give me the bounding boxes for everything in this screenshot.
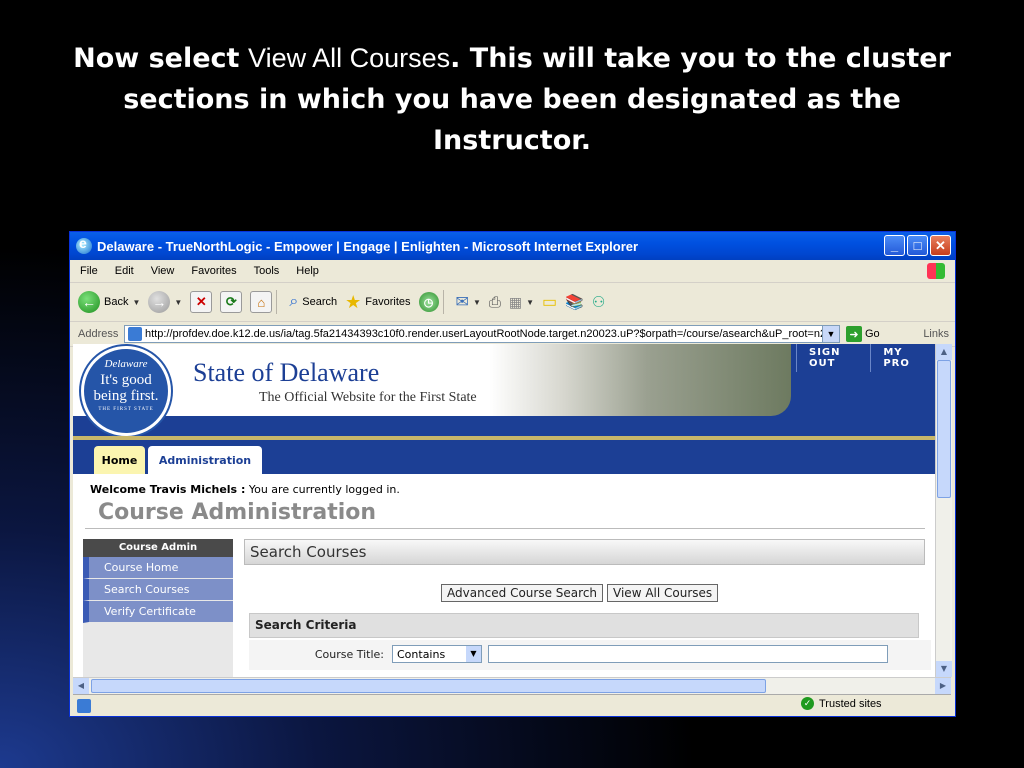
research-icon[interactable]: 📚: [565, 293, 584, 311]
address-input[interactable]: http://profdev.doe.k12.de.us/ia/tag.5fa2…: [124, 325, 840, 343]
refresh-icon[interactable]: ⟳: [220, 291, 243, 313]
scroll-thumb[interactable]: [937, 360, 951, 498]
page-viewport: Delaware It's good being first. THE FIRS…: [73, 344, 935, 677]
address-label: Address: [78, 328, 119, 340]
chevron-down-icon: ▼: [174, 297, 183, 307]
search-label: Search: [302, 296, 338, 308]
welcome-status: You are currently logged in.: [248, 483, 400, 496]
tab-administration[interactable]: Administration: [148, 446, 262, 474]
advanced-course-search-button[interactable]: Advanced Course Search: [441, 584, 604, 602]
tab-bar: Home Administration: [73, 440, 935, 474]
hscroll-thumb[interactable]: [91, 679, 766, 693]
close-button[interactable]: ✕: [930, 235, 951, 256]
site-banner: Delaware It's good being first. THE FIRS…: [73, 344, 935, 436]
toolbar: ← Back ▼ → ▼ ✕ ⟳ ⌂ ⌕ Search ★ Favorites …: [70, 283, 955, 322]
menu-favorites[interactable]: Favorites: [191, 265, 236, 277]
sidebar-item-course-home[interactable]: Course Home: [83, 557, 233, 579]
windows-logo-icon: [927, 263, 945, 279]
window-title: Delaware - TrueNorthLogic - Empower | En…: [97, 238, 639, 254]
slide-title-part1: Now select: [73, 43, 240, 74]
scroll-right-icon[interactable]: ▶: [935, 678, 951, 694]
forward-arrow-icon: →: [148, 291, 171, 313]
chevron-down-icon[interactable]: ▼: [822, 326, 839, 342]
vertical-scrollbar[interactable]: ▲ ▼: [935, 344, 952, 677]
ie-icon: [76, 235, 92, 254]
welcome-message: Welcome Travis Michels : You are current…: [90, 483, 400, 496]
welcome-name: Welcome Travis Michels :: [90, 483, 246, 496]
chevron-down-icon: ▼: [472, 297, 481, 307]
page-icon: [128, 327, 142, 341]
status-bar: ✓ Trusted sites: [73, 694, 951, 716]
home-icon[interactable]: ⌂: [250, 291, 273, 313]
top-nav: SIGN OUT MY PRO: [796, 344, 935, 372]
maximize-button[interactable]: □: [907, 235, 928, 256]
window-titlebar[interactable]: Delaware - TrueNorthLogic - Empower | En…: [70, 232, 955, 260]
back-button[interactable]: ← Back ▼: [78, 291, 140, 313]
address-url: http://profdev.doe.k12.de.us/ia/tag.5fa2…: [145, 328, 827, 340]
history-icon[interactable]: ◷: [418, 292, 439, 312]
my-profile-link[interactable]: MY PRO: [870, 344, 935, 372]
stop-icon[interactable]: ✕: [190, 291, 213, 313]
course-title-operator-select[interactable]: Contains ▼: [392, 645, 482, 663]
browser-window: Delaware - TrueNorthLogic - Empower | En…: [69, 231, 956, 717]
site-title: State of Delaware: [193, 358, 380, 387]
scroll-left-icon[interactable]: ◀: [73, 678, 89, 694]
back-label: Back: [104, 296, 129, 308]
security-zone: ✓ Trusted sites: [801, 697, 882, 710]
delaware-seal-logo[interactable]: Delaware It's good being first. THE FIRS…: [81, 346, 171, 436]
zone-label: Trusted sites: [819, 697, 882, 710]
site-subtitle: The Official Website for the First State: [259, 390, 477, 405]
menu-help[interactable]: Help: [296, 265, 319, 277]
menu-edit[interactable]: Edit: [115, 265, 134, 277]
chevron-down-icon: ▼: [466, 646, 481, 662]
horizontal-scrollbar[interactable]: ◀ ▶: [73, 677, 951, 694]
menu-tools[interactable]: Tools: [254, 265, 280, 277]
tab-home[interactable]: Home: [94, 446, 145, 474]
course-title-input[interactable]: [488, 645, 888, 663]
sidebar-item-verify-certificate[interactable]: Verify Certificate: [83, 601, 233, 623]
links-button[interactable]: Links: [923, 328, 949, 340]
back-arrow-icon: ←: [78, 291, 100, 313]
sidebar-header: Course Admin: [83, 539, 233, 557]
chevron-down-icon: ▼: [526, 297, 535, 307]
course-title-row: Course Title: Contains ▼: [249, 640, 931, 670]
print-icon[interactable]: ⎙: [489, 294, 501, 311]
sign-out-link[interactable]: SIGN OUT: [796, 344, 871, 372]
discuss-icon[interactable]: ▭: [542, 292, 557, 312]
forward-button[interactable]: → ▼: [148, 291, 182, 313]
star-icon: ★: [345, 291, 362, 312]
scroll-down-icon[interactable]: ▼: [936, 661, 952, 677]
page-status-icon: [77, 698, 91, 713]
search-button[interactable]: ⌕ Search: [289, 293, 337, 311]
menu-file[interactable]: File: [80, 265, 98, 277]
slide-title-part2: View All Courses: [248, 43, 451, 73]
search-icon: ⌕: [289, 293, 299, 310]
minimize-button[interactable]: _: [884, 235, 905, 256]
slide-title: Now select View All Courses. This will t…: [40, 38, 984, 161]
messenger-icon[interactable]: ⚇: [592, 293, 605, 311]
go-label: Go: [865, 328, 880, 340]
search-courses-heading: Search Courses: [244, 539, 925, 565]
favorites-button[interactable]: ★ Favorites: [345, 292, 410, 313]
sidebar: Course Admin Course Home Search Courses …: [83, 539, 233, 677]
mail-icon[interactable]: ✉: [456, 292, 469, 312]
favorites-label: Favorites: [365, 296, 411, 308]
page-title: Course Administration: [98, 500, 377, 525]
course-title-label: Course Title:: [314, 648, 384, 661]
sidebar-item-search-courses[interactable]: Search Courses: [83, 579, 233, 601]
check-icon: ✓: [801, 697, 814, 710]
menubar: File Edit View Favorites Tools Help: [70, 260, 955, 283]
search-criteria-heading: Search Criteria: [249, 613, 919, 638]
scroll-up-icon[interactable]: ▲: [936, 344, 952, 360]
menu-view[interactable]: View: [151, 265, 175, 277]
view-all-courses-button[interactable]: View All Courses: [607, 584, 719, 602]
chevron-down-icon: ▼: [132, 297, 141, 307]
go-button[interactable]: ➜ Go: [846, 326, 880, 342]
edit-icon[interactable]: ▦: [509, 294, 522, 311]
go-arrow-icon: ➜: [846, 326, 862, 342]
